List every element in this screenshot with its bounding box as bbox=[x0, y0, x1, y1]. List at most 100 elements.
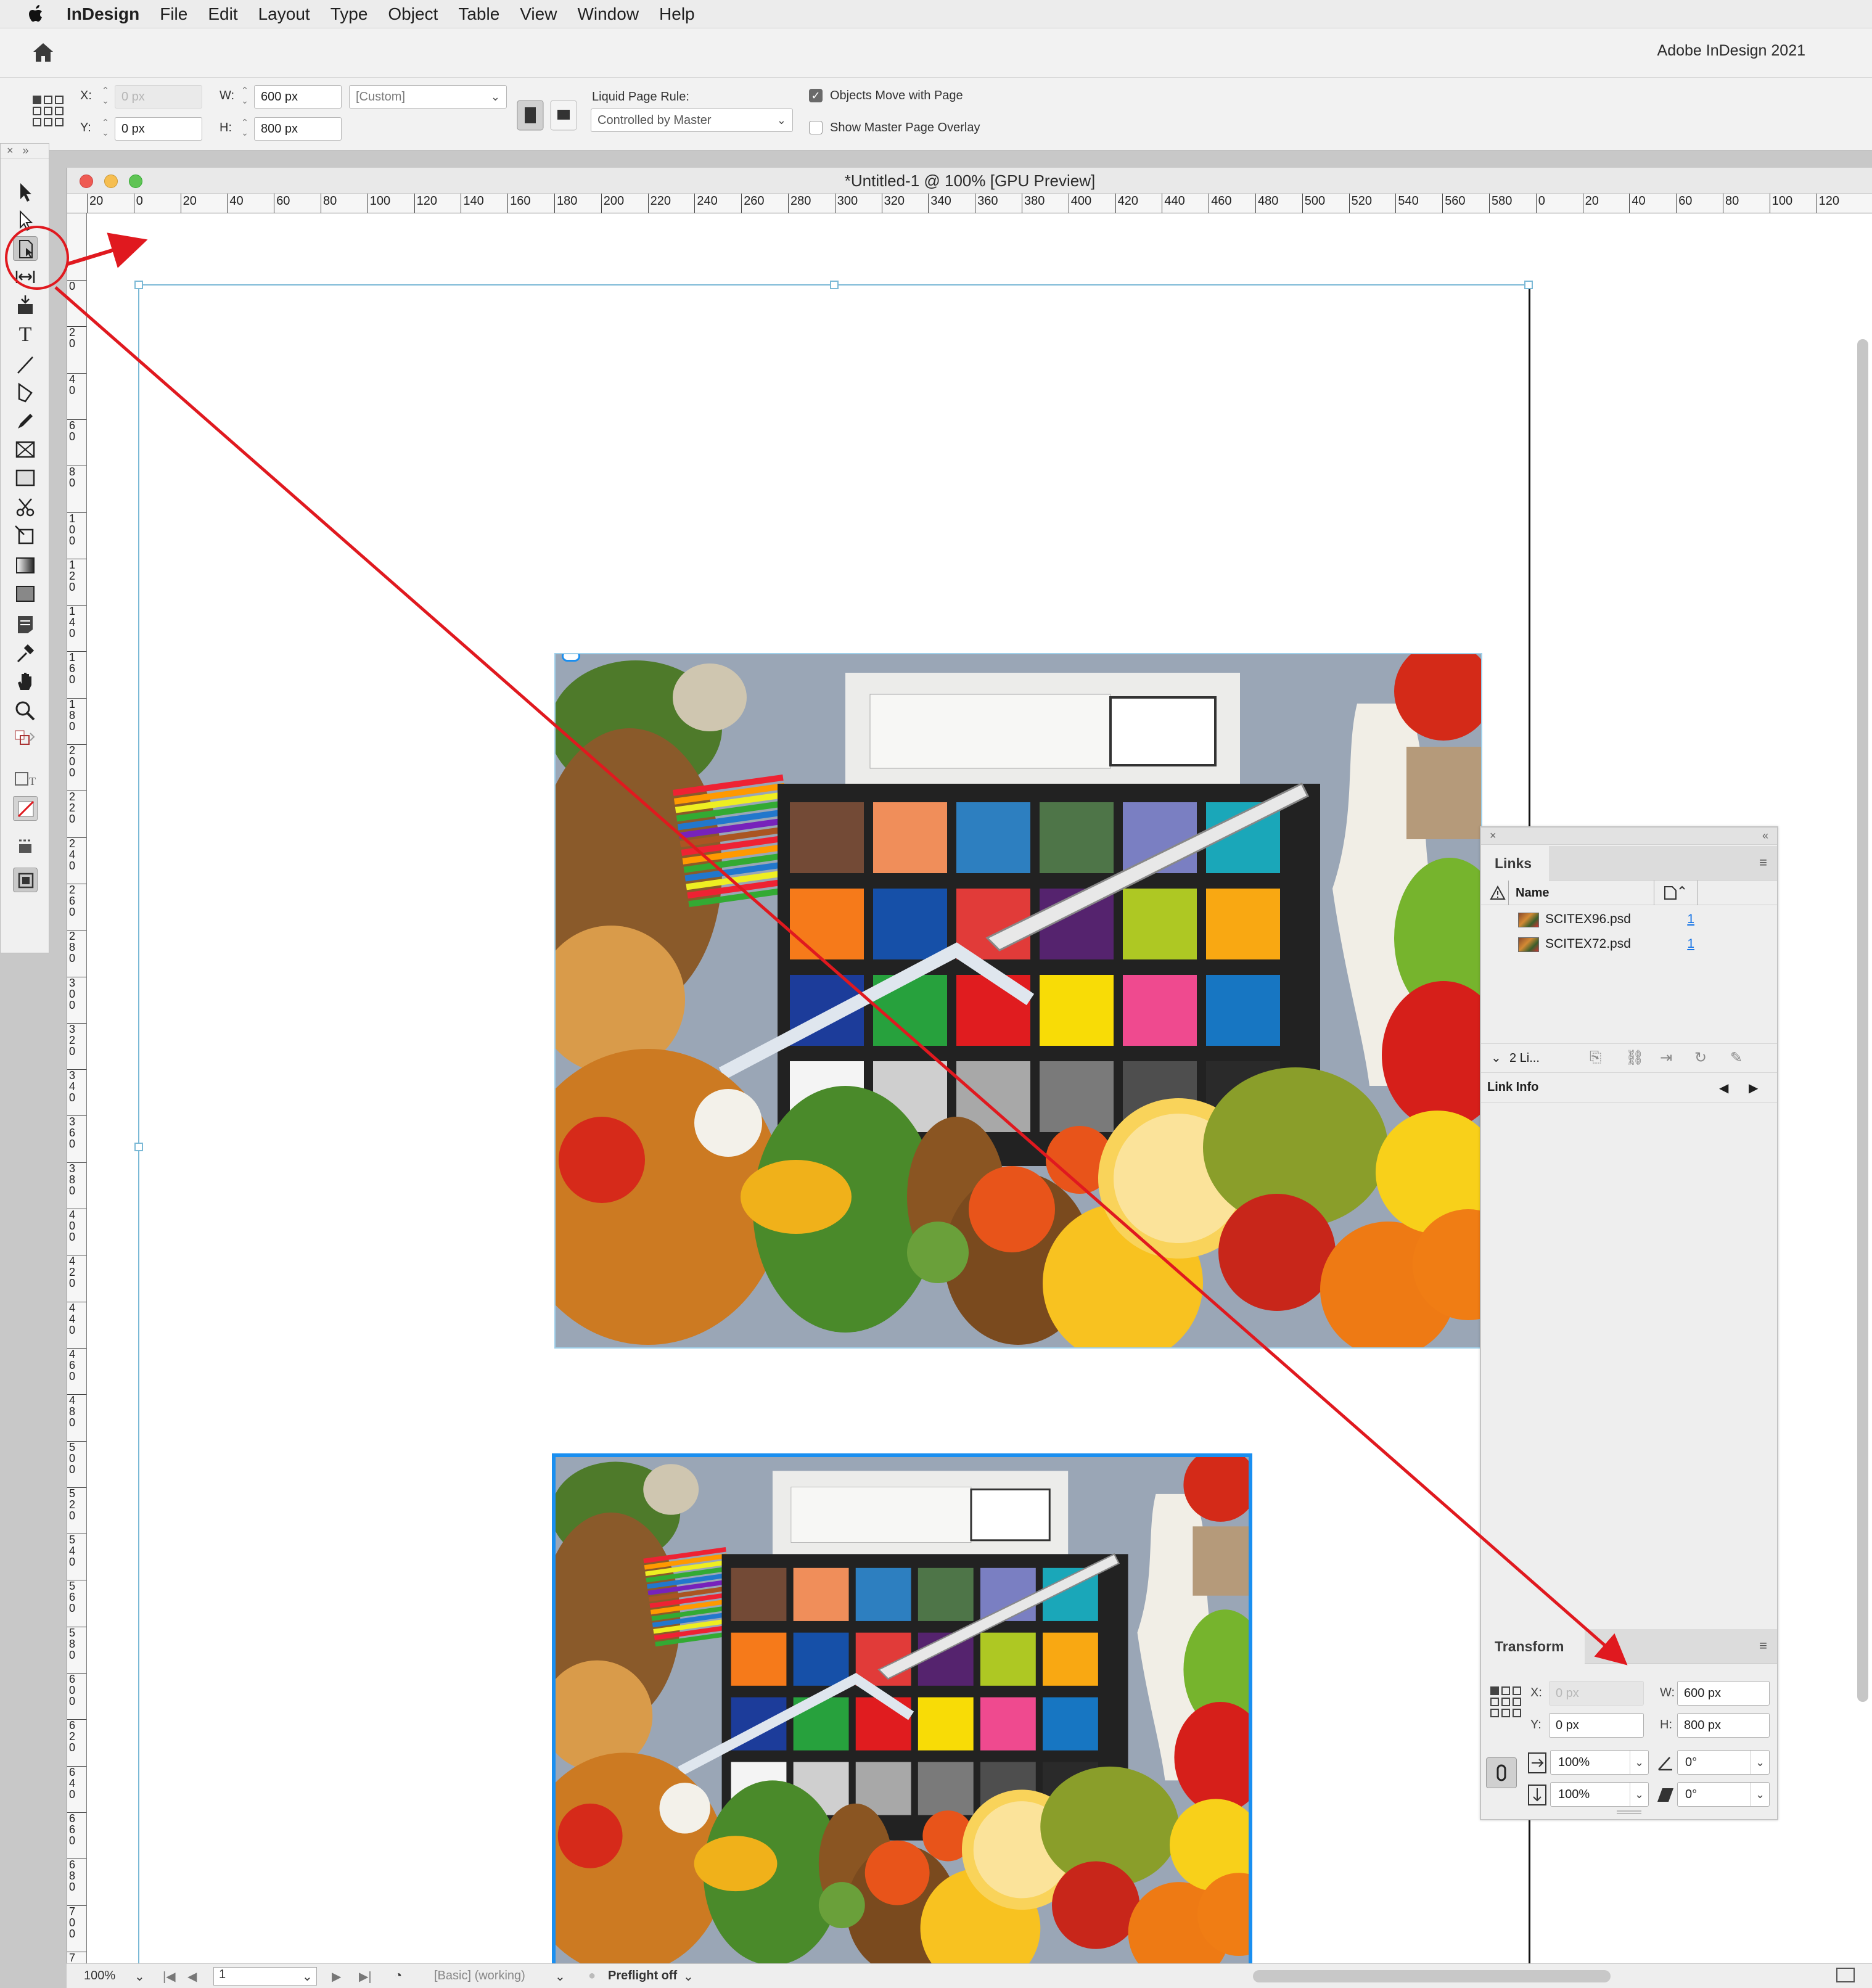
split-window-icon[interactable] bbox=[1836, 1968, 1855, 1982]
menu-app[interactable]: InDesign bbox=[67, 4, 139, 24]
vertical-ruler[interactable]: 0 20 40 60 80 100 120 140 160 180 200 220 240 260 280 3… bbox=[67, 213, 87, 1963]
vertical-scrollbar[interactable] bbox=[1857, 339, 1868, 1702]
collapse-icon[interactable]: « bbox=[1762, 828, 1768, 844]
hand-tool-icon[interactable] bbox=[13, 669, 38, 694]
menu-window[interactable]: Window bbox=[577, 4, 639, 24]
panel-resize-grip[interactable] bbox=[1617, 1810, 1641, 1814]
selection-tool-icon[interactable] bbox=[13, 179, 38, 204]
menu-view[interactable]: View bbox=[520, 4, 557, 24]
chevron-down-icon[interactable]: ⌄ bbox=[683, 1969, 694, 1984]
gradient-feather-tool-icon[interactable] bbox=[13, 581, 38, 606]
page-number-field[interactable]: 1 bbox=[213, 1967, 317, 1986]
last-page-icon[interactable]: ▶| bbox=[359, 1969, 372, 1984]
gradient-swatch-tool-icon[interactable] bbox=[13, 553, 38, 578]
transform-w-field[interactable]: 600 px bbox=[1677, 1681, 1770, 1706]
zoom-level[interactable]: 100% bbox=[84, 1969, 115, 1983]
zoom-window-button[interactable] bbox=[129, 175, 142, 188]
document-open-icon[interactable]: ◔ bbox=[395, 1969, 402, 1983]
transform-y-field[interactable]: 0 px bbox=[1549, 1713, 1644, 1738]
previous-link-icon[interactable]: ◀ bbox=[1719, 1080, 1728, 1096]
chevron-down-icon[interactable]: ⌄ bbox=[1491, 1050, 1501, 1066]
shear-dropdown[interactable]: 0° ⌄ bbox=[1677, 1782, 1770, 1807]
gap-tool-icon[interactable] bbox=[13, 265, 38, 289]
constrain-proportions-button[interactable] bbox=[1486, 1757, 1517, 1788]
h-field[interactable]: 800 px bbox=[254, 117, 342, 141]
menu-type[interactable]: Type bbox=[330, 4, 368, 24]
objects-move-checkbox[interactable]: ✓ bbox=[809, 89, 823, 102]
transform-h-field[interactable]: 800 px bbox=[1677, 1713, 1770, 1738]
link-row-scitex72[interactable]: SCITEX72.psd 1 bbox=[1481, 932, 1777, 956]
landscape-orientation-icon[interactable] bbox=[550, 100, 577, 131]
preflight-status[interactable]: Preflight off bbox=[608, 1969, 677, 1983]
next-link-icon[interactable]: ▶ bbox=[1749, 1080, 1758, 1096]
y-stepper[interactable]: ⌃ ⌄ bbox=[99, 117, 112, 141]
chevron-down-icon[interactable]: ⌄ bbox=[302, 1969, 313, 1984]
free-transform-tool-icon[interactable] bbox=[13, 524, 38, 548]
update-link-icon[interactable]: ↻ bbox=[1694, 1049, 1707, 1067]
panel-menu-icon[interactable]: ≡ bbox=[1759, 855, 1767, 871]
zoom-tool-icon[interactable] bbox=[13, 699, 38, 723]
link-page[interactable]: 1 bbox=[1687, 932, 1694, 956]
screen-mode-button[interactable] bbox=[13, 868, 38, 892]
menu-edit[interactable]: Edit bbox=[208, 4, 237, 24]
page-tool-button[interactable] bbox=[13, 236, 38, 261]
page-handle[interactable] bbox=[830, 281, 839, 289]
menu-object[interactable]: Object bbox=[388, 4, 438, 24]
portrait-orientation-icon[interactable] bbox=[517, 100, 544, 131]
warning-icon[interactable] bbox=[1490, 885, 1506, 900]
rotation-dropdown[interactable]: 0° ⌄ bbox=[1677, 1750, 1770, 1775]
tab-links[interactable]: Links bbox=[1481, 846, 1549, 881]
formatting-container-icon[interactable]: T bbox=[13, 766, 38, 791]
image-frame-scitex96[interactable] bbox=[554, 653, 1482, 1349]
tools-panel-header[interactable]: × » bbox=[1, 144, 49, 158]
pen-tool-icon[interactable] bbox=[13, 380, 38, 405]
page-handle[interactable] bbox=[134, 1143, 143, 1151]
chevron-down-icon[interactable]: ⌄ bbox=[555, 1969, 565, 1984]
w-stepper[interactable]: ⌃ ⌄ bbox=[238, 85, 252, 109]
type-tool-icon[interactable]: T bbox=[13, 322, 38, 347]
h-stepper[interactable]: ⌃ ⌄ bbox=[238, 117, 252, 141]
menu-help[interactable]: Help bbox=[659, 4, 695, 24]
home-icon[interactable] bbox=[30, 39, 57, 67]
default-fill-stroke-icon[interactable] bbox=[13, 728, 38, 753]
show-master-checkbox[interactable] bbox=[809, 121, 823, 134]
page-column-icon[interactable] bbox=[1664, 885, 1686, 900]
line-tool-icon[interactable] bbox=[13, 352, 38, 377]
content-collector-icon[interactable] bbox=[13, 293, 38, 318]
column-name[interactable]: Name bbox=[1516, 886, 1549, 900]
first-page-icon[interactable]: |◀ bbox=[163, 1969, 176, 1984]
relink-icon[interactable]: ⛓ bbox=[1625, 1049, 1644, 1067]
liquid-rule-dropdown[interactable]: Controlled by Master ⌄ bbox=[591, 109, 793, 132]
preflight-profile[interactable]: [Basic] (working) bbox=[434, 1969, 525, 1983]
apply-color-icon[interactable] bbox=[13, 834, 38, 859]
horizontal-scrollbar[interactable] bbox=[1253, 1970, 1611, 1982]
edit-original-icon[interactable]: ✎ bbox=[1730, 1049, 1743, 1067]
rectangle-tool-icon[interactable] bbox=[13, 466, 38, 490]
image-frame-scitex72[interactable] bbox=[552, 1453, 1252, 1963]
eyedropper-tool-icon[interactable] bbox=[13, 641, 38, 665]
link-row-scitex96[interactable]: SCITEX96.psd 1 bbox=[1481, 908, 1777, 931]
panel-menu-icon[interactable]: ≡ bbox=[1759, 1638, 1767, 1654]
pencil-tool-icon[interactable] bbox=[13, 409, 38, 433]
direct-selection-tool-icon[interactable] bbox=[13, 208, 38, 232]
fill-stroke-swatch[interactable] bbox=[13, 796, 38, 821]
y-field[interactable]: 0 px bbox=[115, 117, 202, 141]
preset-dropdown[interactable]: [Custom] ⌄ bbox=[349, 85, 507, 109]
scale-y-dropdown[interactable]: 100% ⌄ bbox=[1550, 1782, 1649, 1807]
tab-transform[interactable]: Transform bbox=[1481, 1629, 1585, 1664]
go-to-link-icon[interactable]: ⇥ bbox=[1660, 1049, 1672, 1067]
apple-icon[interactable] bbox=[23, 2, 48, 27]
page-handle[interactable] bbox=[1524, 281, 1533, 289]
menu-table[interactable]: Table bbox=[458, 4, 499, 24]
rectangle-frame-tool-icon[interactable] bbox=[13, 437, 38, 462]
panel-header[interactable]: × « bbox=[1481, 828, 1777, 845]
link-icon[interactable] bbox=[562, 654, 580, 662]
menu-file[interactable]: File bbox=[160, 4, 187, 24]
minimize-window-button[interactable] bbox=[104, 175, 118, 188]
horizontal-ruler[interactable]: 20 0 20 40 60 80 100 120 140 160 180 200 220 240 260 28… bbox=[67, 194, 1872, 213]
w-field[interactable]: 600 px bbox=[254, 85, 342, 109]
link-page[interactable]: 1 bbox=[1687, 908, 1694, 931]
reference-point-icon[interactable] bbox=[1490, 1686, 1522, 1718]
close-window-button[interactable] bbox=[80, 175, 93, 188]
previous-page-icon[interactable]: ◀ bbox=[187, 1969, 197, 1984]
